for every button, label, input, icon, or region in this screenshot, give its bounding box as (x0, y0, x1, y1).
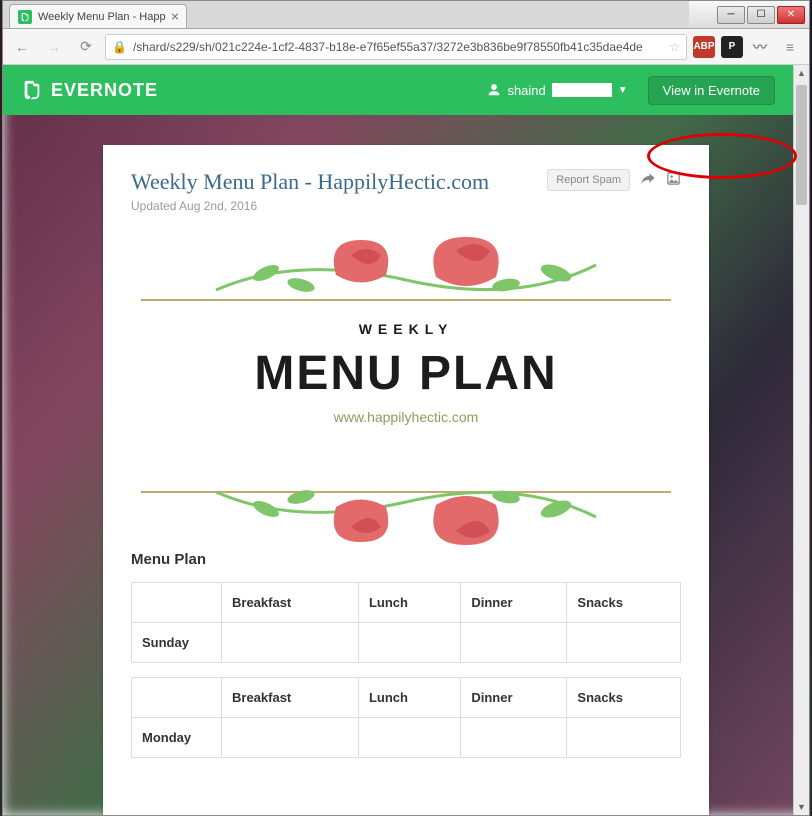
cell[interactable] (358, 623, 460, 663)
table-row: Monday (132, 718, 681, 758)
back-button[interactable]: ← (9, 34, 35, 60)
close-tab-icon[interactable]: ✕ (170, 10, 179, 23)
floral-decoration-bottom (131, 477, 681, 547)
address-bar[interactable]: 🔒 /shard/s229/sh/021c224e-1cf2-4837-b18e… (105, 34, 687, 60)
cell[interactable] (358, 718, 460, 758)
note-card: Weekly Menu Plan - HappilyHectic.com Upd… (103, 145, 709, 815)
window-title-bar: Weekly Menu Plan - Happ ✕ ─ ☐ ✕ (3, 1, 809, 29)
evernote-favicon-icon (18, 10, 32, 24)
browser-toolbar: ← → ⟳ 🔒 /shard/s229/sh/021c224e-1cf2-483… (3, 29, 809, 65)
day-label: Monday (132, 718, 222, 758)
banner-site: www.happilyhectic.com (131, 409, 681, 425)
table-row: Sunday (132, 623, 681, 663)
share-icon[interactable] (640, 171, 656, 189)
lock-icon: 🔒 (112, 40, 127, 54)
note-updated: Updated Aug 2nd, 2016 (131, 199, 489, 213)
close-window-button[interactable]: ✕ (777, 6, 805, 24)
menu-plan-banner: WEEKLY MENU PLAN www.happilyhectic.com (131, 241, 681, 541)
col-lunch: Lunch (358, 583, 460, 623)
table-header-row: Breakfast Lunch Dinner Snacks (132, 678, 681, 718)
view-in-evernote-button[interactable]: View in Evernote (648, 76, 775, 105)
evernote-header: EVERNOTE shaind ▼ View in Evernote (3, 65, 793, 115)
image-icon[interactable] (666, 171, 681, 190)
scroll-down-icon[interactable]: ▼ (794, 799, 809, 815)
forward-button[interactable]: → (41, 34, 67, 60)
browser-menu-icon[interactable]: ≡ (777, 34, 803, 60)
section-title: Menu Plan (131, 551, 681, 568)
browser-tab[interactable]: Weekly Menu Plan - Happ ✕ (9, 4, 187, 28)
tab-strip: Weekly Menu Plan - Happ ✕ (3, 1, 689, 29)
extension-overflow-icon[interactable]: 〰 (749, 36, 771, 58)
caret-down-icon: ▼ (618, 85, 628, 96)
maximize-button[interactable]: ☐ (747, 6, 775, 24)
username: shaind (507, 83, 545, 98)
bookmark-star-icon[interactable]: ☆ (669, 40, 680, 54)
cell[interactable] (222, 718, 359, 758)
menu-table-sunday: Breakfast Lunch Dinner Snacks Sunday (131, 582, 681, 663)
cell[interactable] (222, 623, 359, 663)
floral-decoration-top (131, 235, 681, 305)
scroll-up-icon[interactable]: ▲ (794, 65, 809, 81)
url-text: /shard/s229/sh/021c224e-1cf2-4837-b18e-e… (133, 40, 643, 54)
page-viewport: EVERNOTE shaind ▼ View in Evernote Weekl… (3, 65, 809, 815)
browser-window: Weekly Menu Plan - Happ ✕ ─ ☐ ✕ ← → ⟳ 🔒 … (2, 0, 810, 816)
col-lunch: Lunch (358, 678, 460, 718)
table-header-row: Breakfast Lunch Dinner Snacks (132, 583, 681, 623)
vertical-scrollbar[interactable]: ▲ ▼ (793, 65, 809, 815)
col-breakfast: Breakfast (222, 583, 359, 623)
adblock-extension-icon[interactable]: ABP (693, 36, 715, 58)
scroll-thumb[interactable] (796, 85, 807, 205)
col-dinner: Dinner (461, 678, 567, 718)
brand-text: EVERNOTE (51, 80, 158, 101)
col-dinner: Dinner (461, 583, 567, 623)
reload-button[interactable]: ⟳ (73, 34, 99, 60)
tab-title: Weekly Menu Plan - Happ (38, 11, 166, 23)
cell[interactable] (461, 718, 567, 758)
redacted-text (552, 83, 612, 97)
evernote-logo[interactable]: EVERNOTE (21, 79, 158, 101)
cell[interactable] (461, 623, 567, 663)
col-breakfast: Breakfast (222, 678, 359, 718)
user-icon (487, 83, 501, 97)
day-label: Sunday (132, 623, 222, 663)
user-menu[interactable]: shaind ▼ (487, 83, 627, 98)
col-snacks: Snacks (567, 678, 681, 718)
report-spam-button[interactable]: Report Spam (547, 169, 630, 191)
evernote-elephant-icon (21, 79, 43, 101)
menu-table-monday: Breakfast Lunch Dinner Snacks Monday (131, 677, 681, 758)
minimize-button[interactable]: ─ (717, 6, 745, 24)
banner-kicker: WEEKLY (131, 321, 681, 337)
cell[interactable] (567, 718, 681, 758)
col-snacks: Snacks (567, 583, 681, 623)
pocket-extension-icon[interactable]: P (721, 36, 743, 58)
note-title: Weekly Menu Plan - HappilyHectic.com (131, 169, 489, 195)
banner-main: MENU PLAN (131, 346, 681, 401)
cell[interactable] (567, 623, 681, 663)
